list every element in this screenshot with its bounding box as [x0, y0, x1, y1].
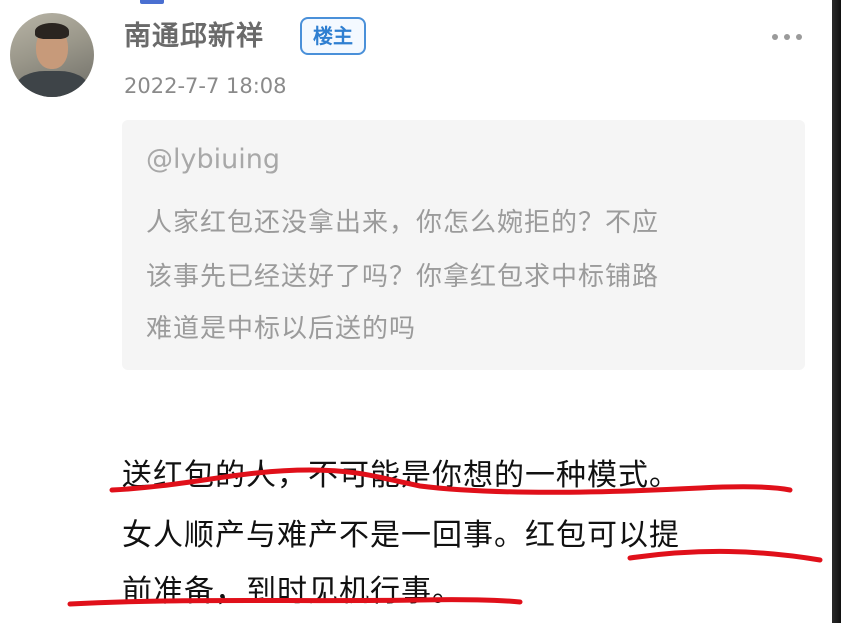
dot — [784, 34, 790, 40]
dot — [796, 34, 802, 40]
avatar-body — [16, 71, 88, 97]
quote-line: 该事先已经送好了吗？你拿红包求中标铺路 — [146, 262, 660, 292]
op-badge: 楼主 — [300, 17, 366, 55]
avatar[interactable] — [10, 13, 94, 97]
reply-line: 送红包的人，不可能是你想的一种模式。 — [122, 458, 680, 493]
top-edge-strip — [140, 0, 164, 4]
post-screen: 南通邱新祥 楼主 2022-7-7 18:08 @lybiuing 人家红包还没… — [0, 0, 841, 623]
more-dots-icon[interactable] — [772, 32, 802, 42]
avatar-hair — [35, 23, 69, 39]
post-timestamp: 2022-7-7 18:08 — [124, 74, 287, 98]
quote-mention[interactable]: @lybiuing — [146, 144, 280, 175]
author-name[interactable]: 南通邱新祥 — [124, 14, 264, 53]
dot — [772, 34, 778, 40]
right-edge-bar — [832, 0, 841, 623]
reply-line: 前准备，到时见机行事。 — [122, 574, 463, 609]
quoted-reply[interactable]: @lybiuing 人家红包还没拿出来，你怎么婉拒的？不应 该事先已经送好了吗？… — [122, 120, 805, 370]
quote-line: 人家红包还没拿出来，你怎么婉拒的？不应 — [146, 208, 660, 238]
quote-line: 难道是中标以后送的吗 — [146, 314, 417, 344]
reply-line: 女人顺产与难产不是一回事。红包可以提 — [122, 518, 680, 553]
